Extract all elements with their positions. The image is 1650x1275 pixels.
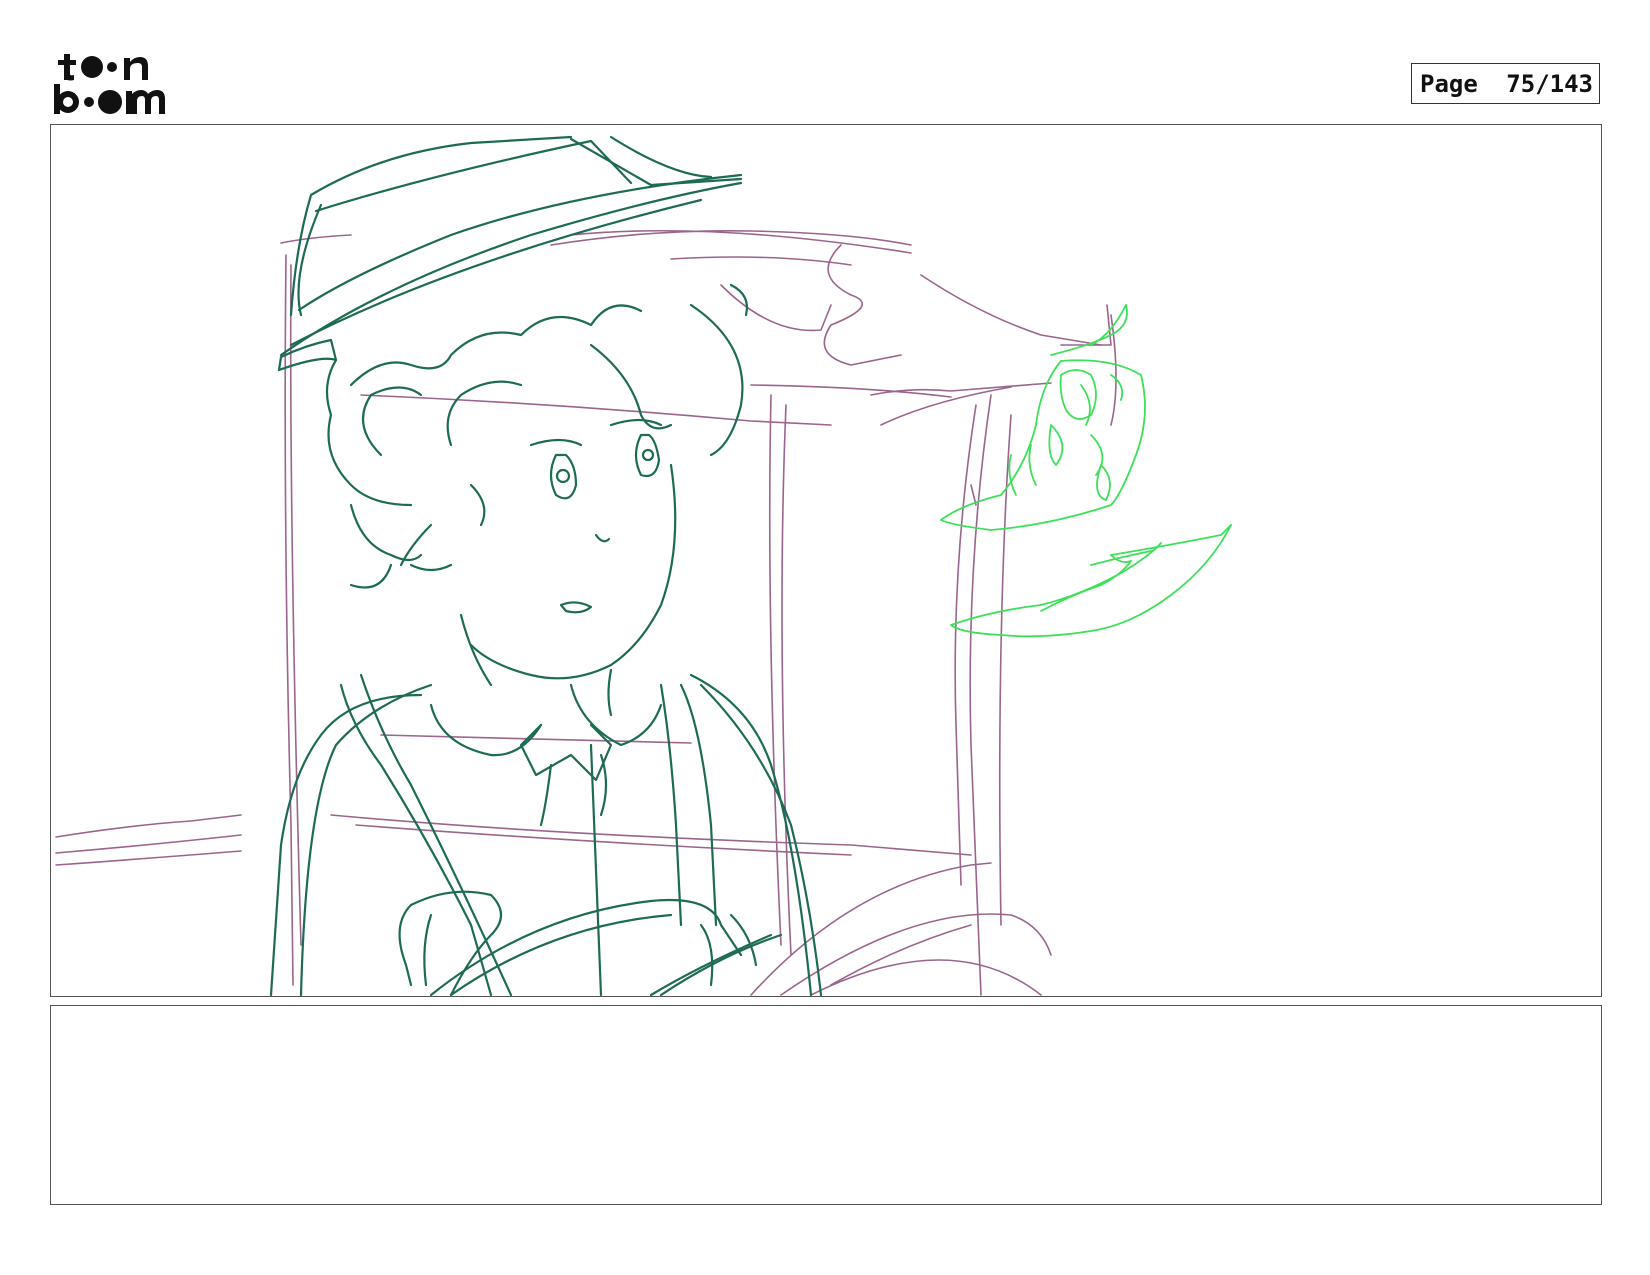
toon-boom-logo bbox=[52, 50, 172, 120]
page-label: Page bbox=[1420, 69, 1478, 98]
storyboard-panel bbox=[50, 124, 1602, 997]
page-number: 75/143 bbox=[1506, 69, 1593, 98]
magic-effect-sketch bbox=[940, 304, 1232, 638]
page-number-box: Page 75/143 bbox=[1411, 63, 1600, 104]
storyboard-sketch bbox=[55, 135, 1232, 996]
background-sketch bbox=[55, 229, 1117, 996]
character-sketch bbox=[269, 135, 823, 996]
panel-notes-box bbox=[50, 1005, 1602, 1205]
